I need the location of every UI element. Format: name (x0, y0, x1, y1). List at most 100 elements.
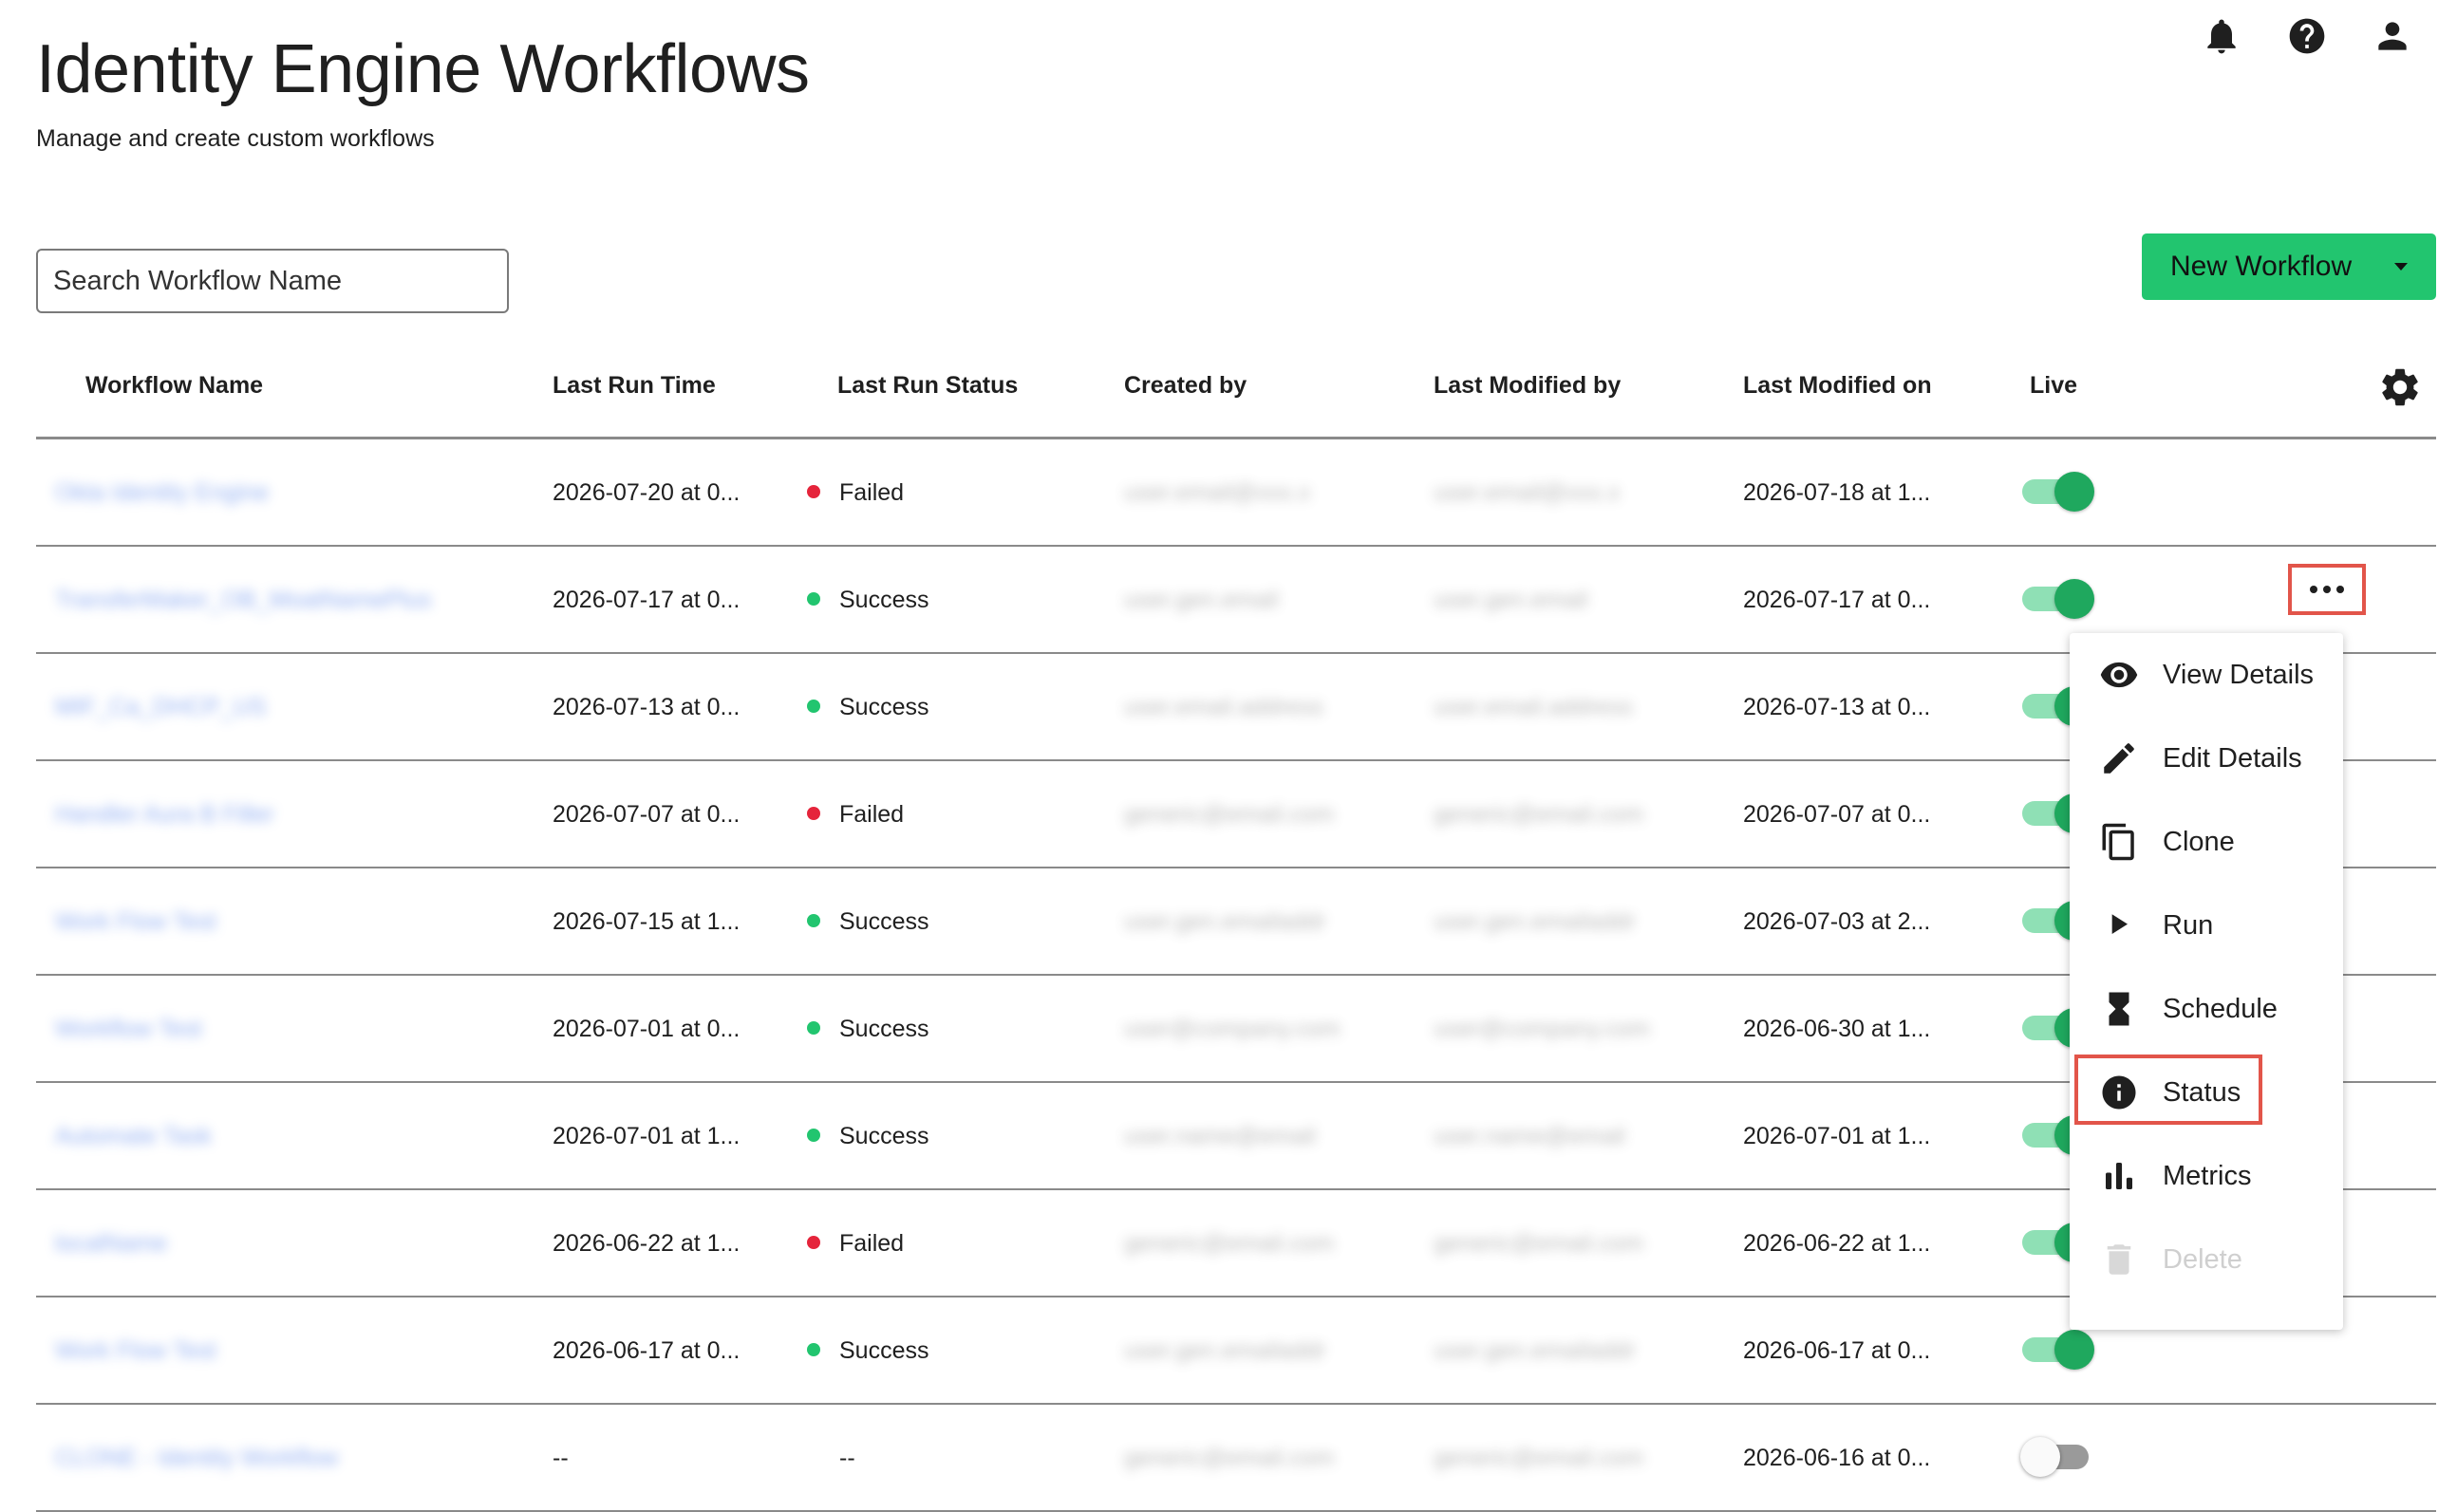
page-title: Identity Engine Workflows (36, 31, 810, 107)
top-toolbar (2199, 13, 2415, 59)
last-modified-by: user@company.com (1434, 1016, 1650, 1042)
last-modified-on: 2026-07-18 at 1... (1743, 479, 1931, 506)
workflow-name-link[interactable]: Automate Task (55, 1123, 212, 1150)
last-modified-on: 2026-06-16 at 0... (1743, 1445, 1931, 1471)
column-header-last-modified-on[interactable]: Last Modified on (1743, 372, 1932, 400)
toggle-knob (2020, 1437, 2060, 1477)
column-header-last-modified-by[interactable]: Last Modified by (1434, 372, 1621, 400)
last-run-time: 2026-07-01 at 1... (553, 1123, 741, 1149)
last-modified-on: 2026-07-13 at 0... (1743, 694, 1931, 720)
last-modified-on: 2026-06-30 at 1... (1743, 1016, 1931, 1042)
live-toggle[interactable] (2020, 1433, 2094, 1479)
live-toggle[interactable] (2020, 1326, 2094, 1372)
page-subtitle: Manage and create custom workflows (36, 125, 435, 152)
last-modified-by: generic@email.com (1434, 801, 1644, 828)
created-by: user.email.address (1124, 694, 1323, 720)
toggle-knob (2054, 579, 2094, 619)
workflow-name-link[interactable]: CLONE - Identity Workflow (55, 1445, 338, 1472)
last-modified-by: generic@email.com (1434, 1230, 1644, 1257)
eye-icon (2098, 654, 2140, 696)
last-run-time: 2026-06-17 at 0... (553, 1337, 741, 1364)
pencil-icon (2098, 737, 2140, 779)
last-run-time: 2026-07-13 at 0... (553, 694, 741, 720)
row-action-menu: View Details Edit Details Clone Run Sche… (2070, 633, 2343, 1330)
last-run-status: Failed (807, 801, 904, 829)
last-run-status: Success (807, 587, 928, 614)
status-dot (807, 700, 820, 714)
toggle-knob (2054, 1330, 2094, 1370)
created-by: user.gen.emailaddr (1124, 1337, 1326, 1364)
created-by: user.gen.emailaddr (1124, 908, 1326, 935)
workflow-name-link[interactable]: Workflow Test (55, 1016, 202, 1043)
last-modified-by: generic@email.com (1434, 1445, 1644, 1471)
workflow-name-link[interactable]: Work Flow Test (55, 908, 216, 936)
column-header-last-run-status[interactable]: Last Run Status (837, 372, 1018, 400)
help-icon[interactable] (2284, 13, 2330, 59)
gear-icon[interactable] (2377, 364, 2423, 410)
status-text: Success (839, 1016, 929, 1042)
menu-item-label: Clone (2163, 826, 2235, 857)
menu-item-clone[interactable]: Clone (2070, 800, 2343, 884)
menu-item-run[interactable]: Run (2070, 884, 2343, 967)
last-run-status: -- (807, 1445, 855, 1472)
last-run-status: Failed (807, 1230, 904, 1258)
menu-item-label: View Details (2163, 659, 2315, 690)
play-icon (2098, 905, 2140, 946)
column-header-last-run-time[interactable]: Last Run Time (553, 372, 716, 400)
workflow-name-link[interactable]: MIF_Ca_DHCP_US (55, 694, 266, 721)
last-run-status: Success (807, 1016, 928, 1043)
menu-item-status[interactable]: Status (2070, 1051, 2343, 1134)
last-run-time: 2026-07-01 at 0... (553, 1016, 741, 1042)
new-workflow-label: New Workflow (2170, 251, 2353, 282)
created-by: user.email@xxx.x (1124, 479, 1311, 506)
live-toggle[interactable] (2020, 575, 2094, 621)
status-dot (807, 485, 820, 499)
last-modified-by: user.gen.emailaddr (1434, 908, 1636, 935)
dot-icon (2323, 586, 2331, 593)
dot-icon (2336, 586, 2344, 593)
hourglass-icon (2098, 988, 2140, 1030)
menu-item-delete: Delete (2070, 1218, 2343, 1301)
table-row[interactable]: CLONE - Identity Workflow -- -- generic@ema… (36, 1405, 2436, 1512)
workflow-name-link[interactable]: TransferMaker_OB_MoatNamePlus (55, 587, 431, 614)
column-header-created-by[interactable]: Created by (1124, 372, 1247, 400)
last-run-time: 2026-06-22 at 1... (553, 1230, 741, 1257)
last-run-status: Success (807, 1123, 928, 1150)
menu-item-metrics[interactable]: Metrics (2070, 1134, 2343, 1218)
last-modified-by: user.gen.emailaddr (1434, 1337, 1636, 1364)
menu-item-edit-details[interactable]: Edit Details (2070, 717, 2343, 800)
search-input[interactable] (36, 249, 509, 313)
workflow-name-link[interactable]: localName (55, 1230, 167, 1258)
new-workflow-button[interactable]: New Workflow (2142, 233, 2436, 300)
workflow-name-link[interactable]: Work Flow Test (55, 1337, 216, 1365)
last-run-status: Success (807, 908, 928, 936)
last-run-status: Failed (807, 479, 904, 507)
table-header: Workflow Name Last Run Time Last Run Sta… (36, 351, 2436, 439)
status-dot (807, 1343, 820, 1357)
created-by: user.name@email (1124, 1123, 1316, 1149)
column-header-workflow-name[interactable]: Workflow Name (85, 372, 263, 400)
menu-item-label: Metrics (2163, 1160, 2252, 1191)
bar-chart-icon (2098, 1155, 2140, 1197)
workflow-name-link[interactable]: Handler Aura B Filler (55, 801, 274, 829)
created-by: generic@email.com (1124, 1230, 1335, 1257)
last-run-status: Success (807, 1337, 928, 1365)
more-actions-button[interactable] (2288, 564, 2366, 615)
menu-item-label: Delete (2163, 1243, 2242, 1275)
last-run-time: 2026-07-17 at 0... (553, 587, 741, 613)
account-icon[interactable] (2370, 13, 2415, 59)
bell-icon[interactable] (2199, 13, 2244, 59)
workflow-name-link[interactable]: Okta Identity Engine (55, 479, 269, 507)
status-dot (807, 592, 820, 607)
live-toggle[interactable] (2020, 468, 2094, 513)
menu-item-schedule[interactable]: Schedule (2070, 967, 2343, 1051)
menu-item-view-details[interactable]: View Details (2070, 633, 2343, 717)
table-row[interactable]: Okta Identity Engine 2026-07-20 at 0... Fa… (36, 439, 2436, 547)
status-dot (807, 807, 820, 821)
status-dot (807, 1021, 820, 1036)
status-dot (807, 914, 820, 928)
status-text: Success (839, 694, 929, 720)
status-text: Failed (839, 479, 905, 506)
column-header-live[interactable]: Live (2030, 372, 2077, 400)
menu-item-label: Schedule (2163, 993, 2278, 1024)
